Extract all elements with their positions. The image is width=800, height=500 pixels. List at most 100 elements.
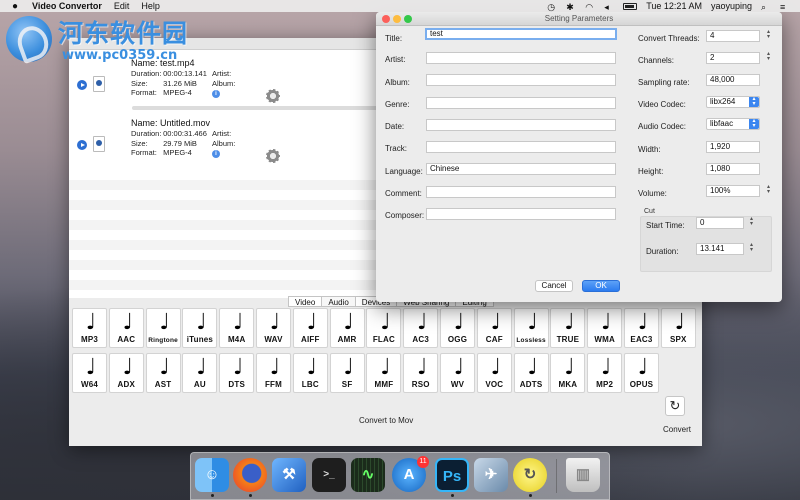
photoshop-icon[interactable]: Ps (435, 458, 469, 492)
format-label: AST (154, 380, 172, 389)
format-button-wv[interactable]: ♩ WV (440, 353, 475, 393)
battery-icon[interactable] (623, 2, 638, 10)
album-input[interactable] (426, 74, 616, 86)
format-button-ogg[interactable]: ♩ OGG (440, 308, 475, 348)
format-button-ast[interactable]: ♩ AST (145, 353, 181, 393)
format-button-mp2[interactable]: ♩ MP2 (587, 353, 623, 393)
format-button-opus[interactable]: ♩ OPUS (624, 353, 659, 393)
comment-input[interactable] (426, 186, 616, 198)
artist-input[interactable] (426, 52, 616, 64)
format-button-eac3[interactable]: ♩ EAC3 (624, 308, 659, 348)
firefox-icon[interactable] (233, 458, 267, 492)
format-label: OGG (447, 335, 468, 344)
format-button-dts[interactable]: ♩ DTS (219, 353, 255, 393)
wifi-icon[interactable]: ◠ (585, 2, 595, 12)
format-button-spx[interactable]: ♩ SPX (660, 308, 696, 348)
format-button-flac[interactable]: ♩ FLAC (366, 308, 402, 348)
duration-stepper[interactable]: ▴ ▾ (748, 242, 755, 255)
tab-audio[interactable]: Audio (321, 296, 356, 307)
width-input[interactable]: 1,920 (706, 141, 760, 153)
format-button-mmf[interactable]: ♩ MMF (366, 353, 402, 393)
language-input[interactable]: Chinese (426, 163, 616, 175)
terminal-icon[interactable]: >_ (312, 458, 346, 492)
start-time-stepper[interactable]: ▴ ▾ (748, 216, 755, 229)
format-button-rso[interactable]: ♩ RSO (403, 353, 439, 393)
format-button-wma[interactable]: ♩ WMA (587, 308, 623, 348)
menu-edit[interactable]: Edit (114, 1, 130, 11)
composer-input[interactable] (426, 208, 616, 220)
format-button-ac3[interactable]: ♩ AC3 (403, 308, 439, 348)
spotlight-icon[interactable]: ⌕ (761, 2, 771, 12)
volume-stepper[interactable]: ▴ ▾ (765, 184, 772, 197)
gear-icon[interactable] (266, 89, 280, 103)
format-button-true[interactable]: ♩ TRUE (550, 308, 586, 348)
format-label: OPUS (629, 380, 654, 389)
apple-menu-icon[interactable]: ● (8, 1, 22, 12)
title-input[interactable]: test (425, 28, 617, 40)
format-button-lbc[interactable]: ♩ LBC (292, 353, 328, 393)
format-label: AU (193, 380, 206, 389)
format-button-w64[interactable]: ♩ W64 (72, 353, 107, 393)
bluetooth-icon[interactable]: ✱ (566, 2, 576, 12)
info-icon[interactable]: i (212, 90, 220, 98)
video-convertor-icon[interactable]: ↻ (513, 458, 547, 492)
format-button-voc[interactable]: ♩ VOC (476, 353, 512, 393)
info-icon[interactable]: i (212, 150, 220, 158)
threads-input[interactable]: 4 (706, 30, 760, 42)
ok-button[interactable]: OK (582, 280, 620, 292)
date-input[interactable] (426, 119, 616, 131)
format-button-aiff[interactable]: ♩ AIFF (292, 308, 328, 348)
preview-icon[interactable]: ✈ (474, 458, 508, 492)
trash-icon[interactable]: ▥ (566, 458, 600, 492)
activity-monitor-icon[interactable]: ∿ (351, 458, 385, 492)
cancel-button[interactable]: Cancel (535, 280, 573, 292)
start-time-input[interactable]: 0 (696, 217, 744, 229)
channels-input[interactable]: 2 (706, 52, 760, 64)
format-button-mp3[interactable]: ♩ MP3 (72, 308, 107, 348)
video-codec-select[interactable]: libx264 ▴ ▾ (706, 96, 760, 108)
time-machine-icon[interactable]: ◷ (547, 2, 557, 12)
format-button-lossless[interactable]: ♩ Lossless (513, 308, 549, 348)
gear-icon[interactable] (266, 149, 280, 163)
audio-codec-select[interactable]: libfaac ▴ ▾ (706, 118, 760, 130)
format-button-ringtone[interactable]: ♩ Ringtone (145, 308, 181, 348)
format-button-itunes[interactable]: ♩ iTunes (182, 308, 218, 348)
menu-help[interactable]: Help (141, 1, 160, 11)
menubar-user[interactable]: yaoyuping (711, 1, 752, 11)
height-input[interactable]: 1,080 (706, 163, 760, 175)
track-input[interactable] (426, 141, 616, 153)
format-button-amr[interactable]: ♩ AMR (329, 308, 365, 348)
finder-icon[interactable]: ☺ (195, 458, 229, 492)
play-button[interactable] (77, 80, 87, 90)
zoom-window-button[interactable] (404, 15, 412, 23)
file-row[interactable]: Name: Untitled.mov Duration: 00:00:31.46… (69, 114, 389, 174)
duration-input[interactable]: 13.141 (696, 243, 744, 255)
notification-center-icon[interactable]: ≡ (780, 2, 790, 12)
play-button[interactable] (77, 140, 87, 150)
format-button-m4a[interactable]: ♩ M4A (219, 308, 255, 348)
format-button-aac[interactable]: ♩ AAC (108, 308, 144, 348)
format-button-mka[interactable]: ♩ MKA (550, 353, 586, 393)
tab-video[interactable]: Video (288, 296, 323, 307)
format-button-sf[interactable]: ♩ SF (329, 353, 365, 393)
volume-input[interactable]: 100% (706, 185, 760, 197)
format-button-wav[interactable]: ♩ WAV (256, 308, 291, 348)
minimize-window-button[interactable] (393, 15, 401, 23)
sampling-rate-input[interactable]: 48,000 (706, 74, 760, 86)
app-menu[interactable]: Video Convertor (32, 1, 102, 11)
format-button-adx[interactable]: ♩ ADX (108, 353, 144, 393)
menubar-clock[interactable]: Tue 12:21 AM (646, 1, 702, 11)
format-button-caf[interactable]: ♩ CAF (476, 308, 512, 348)
file-duration: 00:00:13.141 (163, 69, 207, 78)
format-button-adts[interactable]: ♩ ADTS (513, 353, 549, 393)
close-window-button[interactable] (382, 15, 390, 23)
format-button-ffm[interactable]: ♩ FFM (256, 353, 291, 393)
xcode-icon[interactable]: ⚒ (272, 458, 306, 492)
volume-icon[interactable]: ◂ (604, 2, 614, 12)
channels-stepper[interactable]: ▴ ▾ (765, 51, 772, 64)
genre-input[interactable] (426, 97, 616, 109)
convert-button[interactable]: ↻ (665, 396, 685, 416)
threads-stepper[interactable]: ▴ ▾ (765, 29, 772, 42)
format-label: AIFF (301, 335, 320, 344)
format-button-au[interactable]: ♩ AU (182, 353, 218, 393)
